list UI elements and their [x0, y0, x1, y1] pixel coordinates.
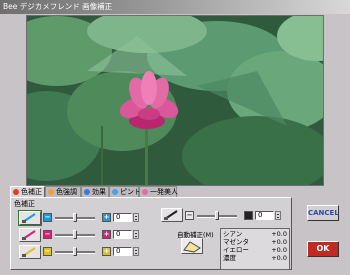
- section-label: 色補正: [14, 200, 35, 208]
- density-minus-button[interactable]: −: [185, 211, 194, 220]
- color-correction-panel: 色補正 − + 0 − + 0 − + 0 − 0 自動補正(M) シアン +0.…: [10, 197, 292, 270]
- focus-icon: [112, 189, 118, 195]
- auto-correct-button[interactable]: [181, 238, 203, 254]
- yellow-plus-button[interactable]: +: [102, 247, 111, 256]
- density-value-field[interactable]: 0: [255, 211, 274, 220]
- yellow-brush-icon: [22, 247, 36, 257]
- yellow-spinner[interactable]: [133, 247, 139, 256]
- density-spinner[interactable]: [275, 211, 281, 220]
- magenta-minus-button[interactable]: −: [43, 230, 52, 239]
- density-brush-icon: [164, 210, 178, 220]
- magenta-spinner[interactable]: [133, 230, 139, 239]
- readout-row: イエロー +0.0: [223, 246, 287, 254]
- cyan-plus-button[interactable]: +: [102, 213, 111, 222]
- window-title: Bee デジカメフレンド 画像補正: [3, 2, 113, 11]
- cyan-brush-icon: [22, 213, 36, 223]
- window-title-bar: Bee デジカメフレンド 画像補正: [0, 0, 350, 14]
- magenta-value-field[interactable]: 0: [113, 230, 132, 239]
- readout-row: マゼンタ +0.0: [223, 238, 287, 246]
- readout-row: シアン +0.0: [223, 230, 287, 238]
- auto-correct-icon: [183, 241, 201, 253]
- tab-effects[interactable]: 効果: [81, 186, 109, 197]
- density-slider-thumb[interactable]: [215, 211, 219, 220]
- cyan-spinner[interactable]: [133, 213, 139, 222]
- lotus-photo: [27, 16, 323, 185]
- yellow-minus-button[interactable]: −: [43, 247, 52, 256]
- cancel-button[interactable]: CANCEL: [307, 205, 339, 221]
- magenta-brush-icon: [22, 230, 36, 240]
- density-brush-button[interactable]: [161, 208, 183, 222]
- magenta-brush-button[interactable]: [19, 228, 41, 242]
- tab-focus[interactable]: ピント: [109, 186, 141, 197]
- cyan-slider-thumb[interactable]: [73, 213, 77, 222]
- cyan-minus-button[interactable]: −: [43, 213, 52, 222]
- ok-button[interactable]: OK: [307, 241, 339, 257]
- tab-color-correction[interactable]: 色補正: [10, 186, 45, 197]
- cyan-value-field[interactable]: 0: [113, 213, 132, 222]
- face-icon: [142, 189, 148, 195]
- tab-beauty[interactable]: 一発美人: [139, 186, 178, 197]
- correction-readout: シアン +0.0 マゼンタ +0.0 イエロー +0.0 濃度 +0.0: [220, 228, 290, 270]
- magenta-slider-thumb[interactable]: [73, 230, 77, 239]
- tab-color-emphasis[interactable]: 色強調: [45, 186, 81, 197]
- yellow-value-field[interactable]: 0: [113, 247, 132, 256]
- color-wheel-icon: [13, 189, 19, 195]
- density-plus-button[interactable]: [244, 211, 253, 220]
- magenta-plus-button[interactable]: +: [102, 230, 111, 239]
- photo-preview: [26, 15, 324, 186]
- cyan-brush-button[interactable]: [18, 210, 42, 226]
- effects-icon: [84, 189, 90, 195]
- palette-icon: [48, 189, 54, 195]
- yellow-brush-button[interactable]: [19, 245, 41, 259]
- yellow-slider-thumb[interactable]: [73, 247, 77, 256]
- readout-row: 濃度 +0.0: [223, 254, 287, 262]
